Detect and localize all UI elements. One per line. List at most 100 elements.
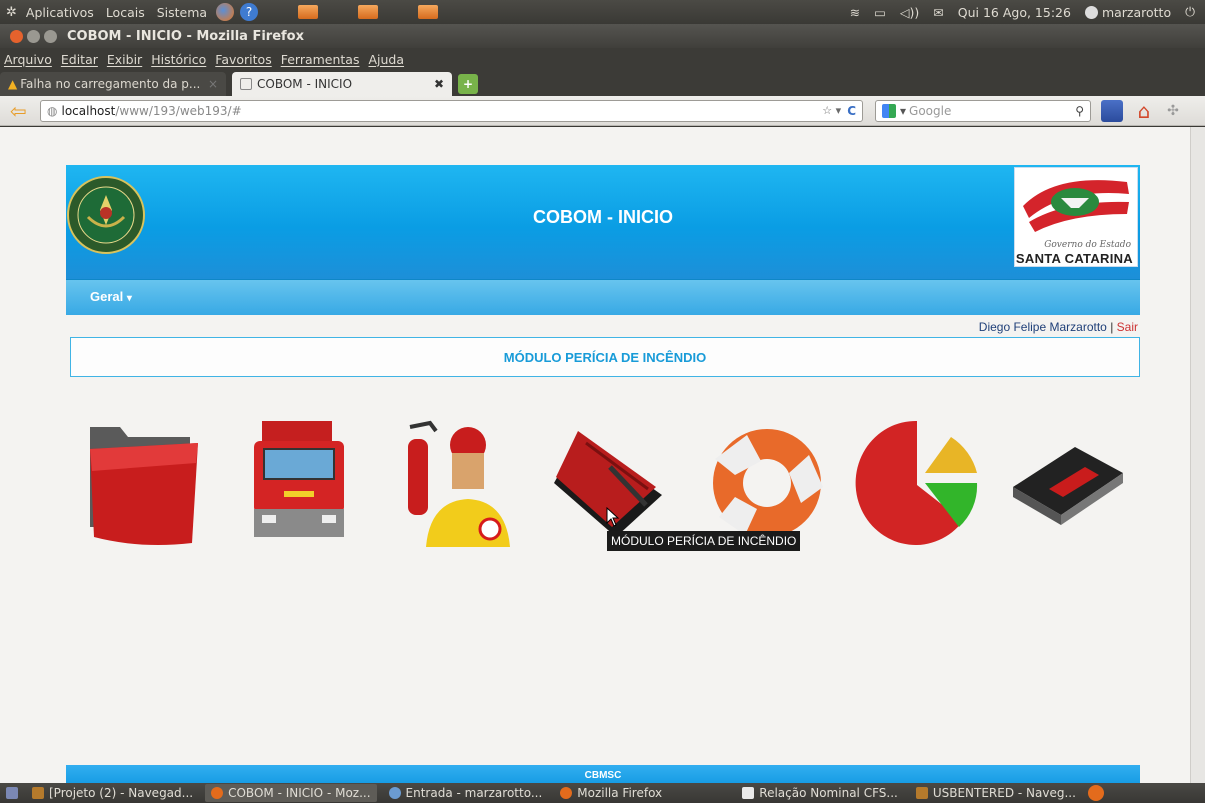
search-bar[interactable]: ▾ Google ⚲ [875,99,1091,122]
reload-icon[interactable]: C [847,104,856,118]
firefox-icon [211,787,224,799]
window-titlebar: COBOM - INICIO - Mozilla Firefox [0,24,1205,48]
home-icon[interactable]: ⌂ [1133,100,1155,122]
tab-label: COBOM - INICIO [257,77,353,91]
folder-launcher-icon[interactable] [298,5,319,19]
menu-historico[interactable]: Histórico [147,52,211,67]
taskbar-item[interactable]: Entrada - marzarotto... [383,784,549,802]
clock-text[interactable]: Qui 16 Ago, 15:26 [958,5,1071,20]
menu-exibir[interactable]: Exibir [103,52,147,67]
menu-locais[interactable]: Locais [103,5,148,20]
mail-client-icon [388,787,401,799]
close-window-button[interactable] [10,29,23,43]
document-icon [742,787,755,799]
firefox-launcher-icon[interactable] [216,3,235,21]
tab-load-error[interactable]: ▲ Falha no carregamento da p... × [0,72,226,96]
search-icon[interactable]: ⚲ [1075,104,1084,118]
battery-icon[interactable]: ▭ [874,5,886,20]
vertical-scrollbar[interactable] [1190,127,1205,783]
bottom-taskbar: [Projeto (2) - Navegad... COBOM - INICIO… [0,783,1205,803]
apps-gear-icon[interactable]: ✲ [6,5,17,20]
search-engine-dropdown-icon[interactable]: ▾ [900,104,906,118]
firefighter-extinguisher-icon[interactable] [390,417,515,552]
page-footer: CBMSC [66,765,1140,783]
module-title: MÓDULO PERÍCIA DE INCÊNDIO [503,349,707,365]
menu-ajuda[interactable]: Ajuda [364,52,409,67]
tab-cobom-inicio[interactable]: COBOM - INICIO ✖ [232,72,452,96]
tab-bar: ▲ Falha no carregamento da p... × COBOM … [0,70,1205,96]
firefox-icon[interactable] [1087,785,1104,801]
mail-icon[interactable]: ✉ [933,5,943,20]
page-icon [240,78,252,90]
new-tab-button[interactable]: + [458,74,478,94]
folder-launcher-icon[interactable] [358,5,379,19]
browser-window-icon [32,787,44,799]
site-header: COBOM - INICIO Governo do Estado SANTA C… [66,165,1140,279]
close-tab-icon[interactable]: ✖ [434,77,444,91]
taskbar-item[interactable]: [Projeto (2) - Navegad... [26,784,199,802]
warning-icon: ▲ [8,77,18,91]
taskbar-item[interactable]: USBENTERED - Naveg... [910,784,1082,802]
menu-geral[interactable]: Geral ▾ [90,289,132,304]
google-icon[interactable] [882,103,896,118]
pie-chart-icon[interactable] [855,417,980,552]
url-path: /www/193/web193/# [115,103,242,118]
user-info: Diego Felipe Marzarotto | Sair [979,320,1138,334]
menu-favoritos[interactable]: Favoritos [211,52,276,67]
state-flag-icon [1023,180,1129,232]
menu-editar[interactable]: Editar [57,52,103,67]
maximize-window-button[interactable] [44,29,57,43]
santa-catarina-logo: Governo do Estado SANTA CATARINA [1014,167,1138,267]
mouse-cursor-icon [606,507,620,527]
help-icon[interactable]: ? [240,3,259,21]
card-reader-icon[interactable] [1005,417,1130,552]
bookmark-star-icon[interactable]: ☆ ▾ [822,104,841,117]
menu-aplicativos[interactable]: Aplicativos [23,5,97,20]
tab-label: Falha no carregamento da p... [20,77,201,91]
firefox-icon [560,787,573,799]
folder-icon[interactable] [80,417,205,552]
download-helper-icon[interactable] [1101,99,1123,122]
taskbar-item[interactable]: COBOM - INICIO - Moz... [205,784,377,802]
menu-arquivo[interactable]: Arquivo [0,52,57,67]
user-name: marzarotto [1101,4,1172,20]
taskbar-item-label: Relação Nominal CFS... [759,786,898,800]
taskbar-item-label: Entrada - marzarotto... [405,786,543,800]
main-nav-bar: Geral ▾ [66,279,1140,315]
minimize-window-button[interactable] [27,29,40,43]
navigation-toolbar: ⇦ ◍ localhost/www/193/web193/# ☆ ▾ C ▾ G… [0,96,1205,126]
taskbar-item[interactable]: Mozilla Firefox [554,784,730,802]
menu-ferramentas[interactable]: Ferramentas [277,52,365,67]
top-panel: ✲ Aplicativos Locais Sistema ? ≋ ▭ ◁)) ✉… [0,0,1205,24]
taskbar-item-label: [Projeto (2) - Navegad... [49,786,194,800]
close-tab-icon[interactable]: × [208,77,218,91]
taskbar-item-label: Mozilla Firefox [577,786,663,800]
user-status-icon [1084,5,1098,19]
fire-truck-icon[interactable] [240,417,365,552]
page-viewport: COBOM - INICIO Governo do Estado SANTA C… [0,127,1205,783]
back-arrow-icon[interactable]: ⇦ [10,101,32,121]
wifi-icon[interactable]: ≋ [850,5,860,20]
show-desktop-icon[interactable] [6,787,18,799]
addon-icon[interactable]: ✣ [1165,100,1181,122]
volume-icon[interactable]: ◁)) [900,5,919,20]
separator: | [1110,320,1114,334]
window-title: COBOM - INICIO - Mozilla Firefox [67,28,305,44]
module-tooltip: MÓDULO PERÍCIA DE INCÊNDIO [607,531,801,551]
logged-user-link[interactable]: Diego Felipe Marzarotto [979,320,1107,334]
menu-geral-label: Geral [90,289,124,304]
page-title: COBOM - INICIO [533,207,673,227]
logo-state-name: SANTA CATARINA [1015,251,1133,266]
logo-subtitle: Governo do Estado [1044,240,1131,250]
module-title-box: MÓDULO PERÍCIA DE INCÊNDIO [70,337,1140,377]
site-identity-icon[interactable]: ◍ [47,104,57,118]
menu-sistema[interactable]: Sistema [154,5,210,20]
taskbar-item-label: USBENTERED - Naveg... [932,786,1076,800]
folder-launcher-icon[interactable] [418,5,439,19]
taskbar-item[interactable]: Relação Nominal CFS... [736,784,904,802]
url-host: localhost [61,103,116,118]
logout-link[interactable]: Sair [1117,320,1138,334]
power-icon[interactable]: ⏻ [1185,4,1195,20]
url-bar[interactable]: ◍ localhost/www/193/web193/# ☆ ▾ C [40,99,863,122]
user-menu[interactable]: marzarotto [1084,4,1172,20]
